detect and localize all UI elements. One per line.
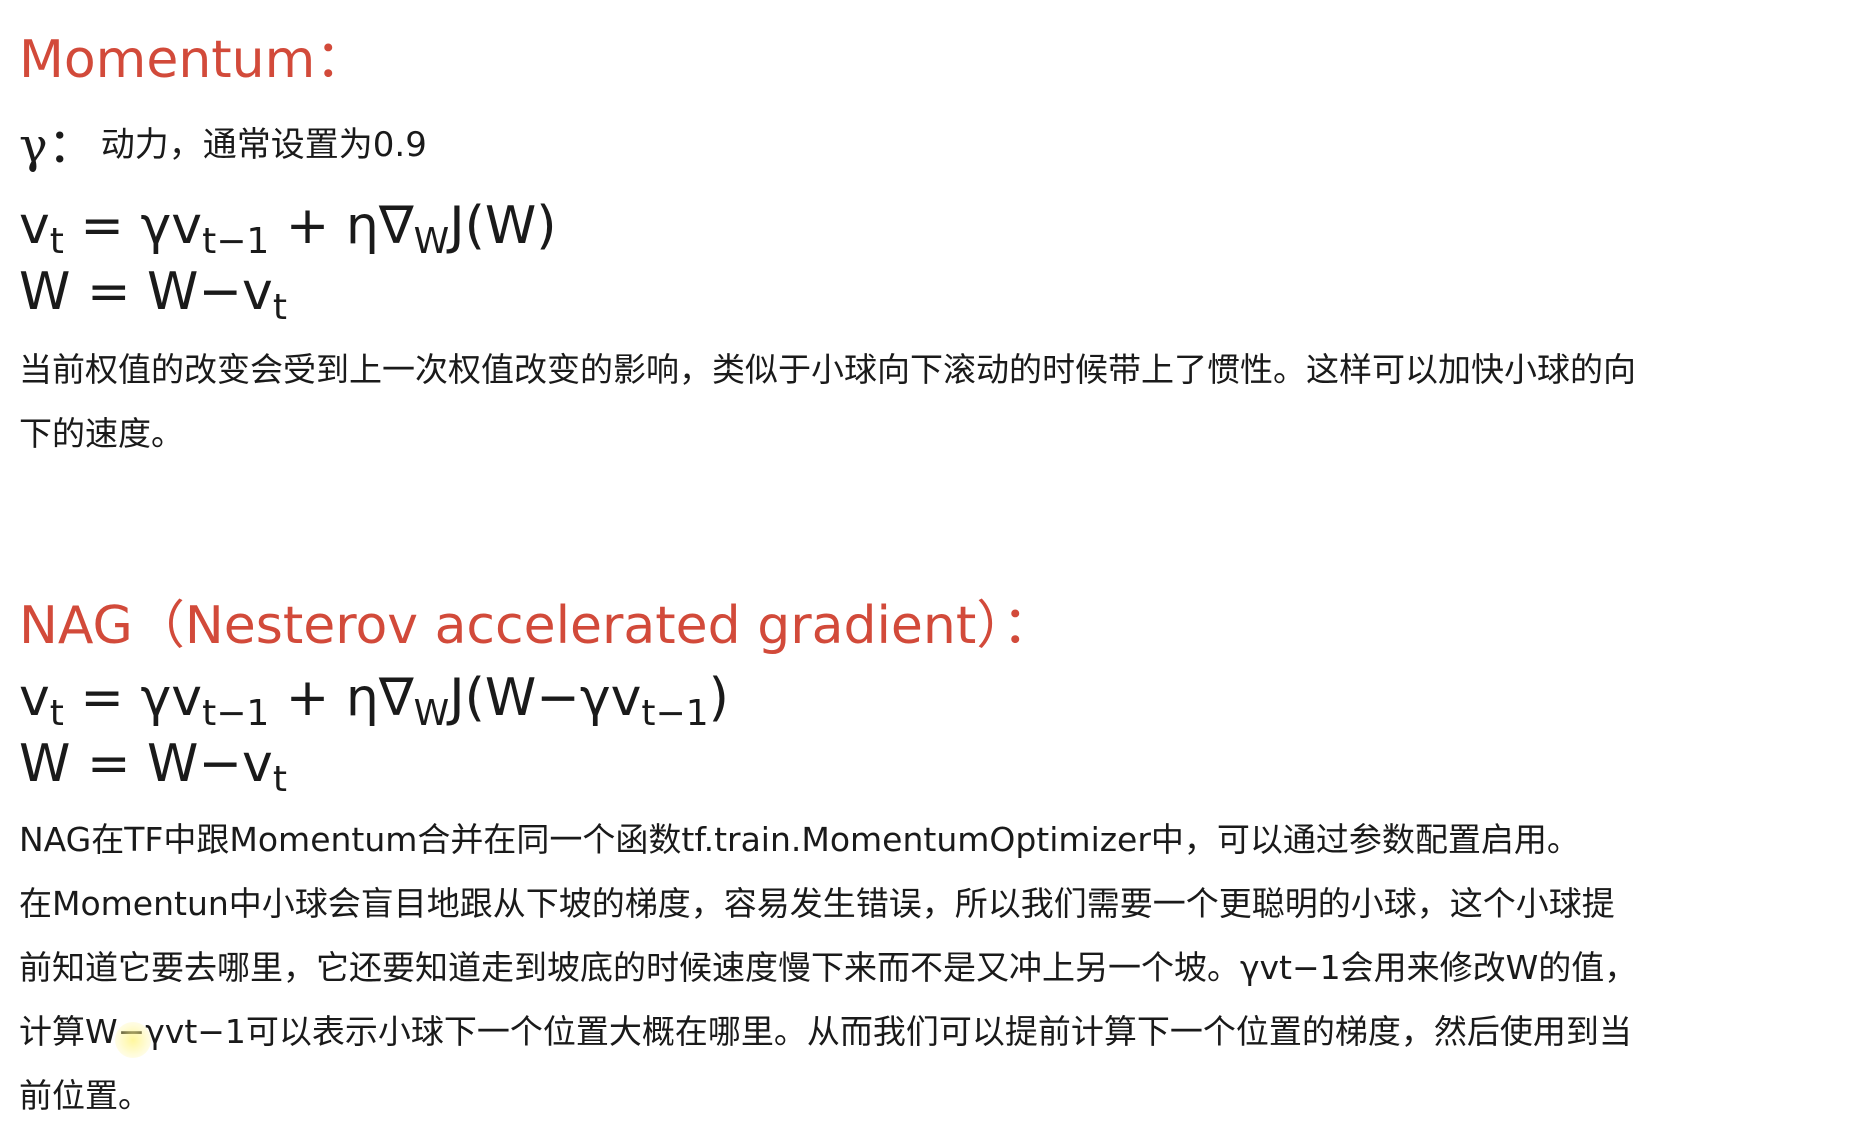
momentum-heading: Momentum： <box>19 30 368 90</box>
formula-sub-t: t <box>49 221 64 262</box>
formula-sub-t: t <box>272 287 287 328</box>
formula-rest: + η∇ <box>269 668 414 728</box>
description-line: 前知道它要去哪里，它还要知道走到坡底的时候速度慢下来而不是又冲上另一个坡。γvt… <box>19 948 1638 987</box>
formula-sub-t1: t−1 <box>202 221 270 262</box>
formula-eq: = γv <box>63 196 203 256</box>
formula-rest: + η∇ <box>269 196 414 256</box>
formula-sub-t1b: t−1 <box>641 693 709 734</box>
gamma-definition: γ： 动力，通常设置为0.9 <box>19 122 427 170</box>
formula-sub-t: t <box>272 759 287 800</box>
description-line: 下的速度。 <box>19 414 184 453</box>
formula-sub-t: t <box>49 693 64 734</box>
nag-velocity-formula: vt = γvt−1 + η∇WJ(W−γvt−1) <box>19 672 729 732</box>
formula-end: ) <box>708 668 729 728</box>
description-line: 前位置。 <box>19 1076 151 1115</box>
nag-heading: NAG（Nesterov accelerated gradient）： <box>19 596 1055 656</box>
gamma-description: 动力，通常设置为0.9 <box>100 125 427 165</box>
momentum-description: 当前权值的改变会受到上一次权值改变的影响，类似于小球向下滚动的时候带上了惯性。这… <box>19 338 1849 466</box>
formula-end: J(W) <box>449 196 557 256</box>
momentum-velocity-formula: vt = γvt−1 + η∇WJ(W) <box>19 200 557 260</box>
formula-start: W = W−v <box>19 734 273 794</box>
formula-v: v <box>19 196 50 256</box>
formula-sub-w: W <box>413 221 450 262</box>
description-line: NAG在TF中跟Momentum合并在同一个函数tf.train.Momentu… <box>19 820 1580 859</box>
formula-mid: J(W−γv <box>449 668 642 728</box>
formula-eq: = γv <box>63 668 203 728</box>
formula-v: v <box>19 668 50 728</box>
nag-description: NAG在TF中跟Momentum合并在同一个函数tf.train.Momentu… <box>19 808 1849 1124</box>
nag-weight-formula: W = W−vt <box>19 738 287 798</box>
description-line: 当前权值的改变会受到上一次权值改变的影响，类似于小球向下滚动的时候带上了惯性。这… <box>19 350 1636 389</box>
formula-sub-t1: t−1 <box>202 693 270 734</box>
description-line: 计算W−γvt−1可以表示小球下一个位置大概在哪里。从而我们可以提前计算下一个位… <box>19 1012 1632 1051</box>
momentum-weight-formula: W = W−vt <box>19 266 287 326</box>
gamma-symbol: γ： <box>19 118 96 174</box>
formula-sub-w: W <box>413 693 450 734</box>
description-line: 在Momentun中小球会盲目地跟从下坡的梯度，容易发生错误，所以我们需要一个更… <box>19 884 1615 923</box>
formula-start: W = W−v <box>19 262 273 322</box>
